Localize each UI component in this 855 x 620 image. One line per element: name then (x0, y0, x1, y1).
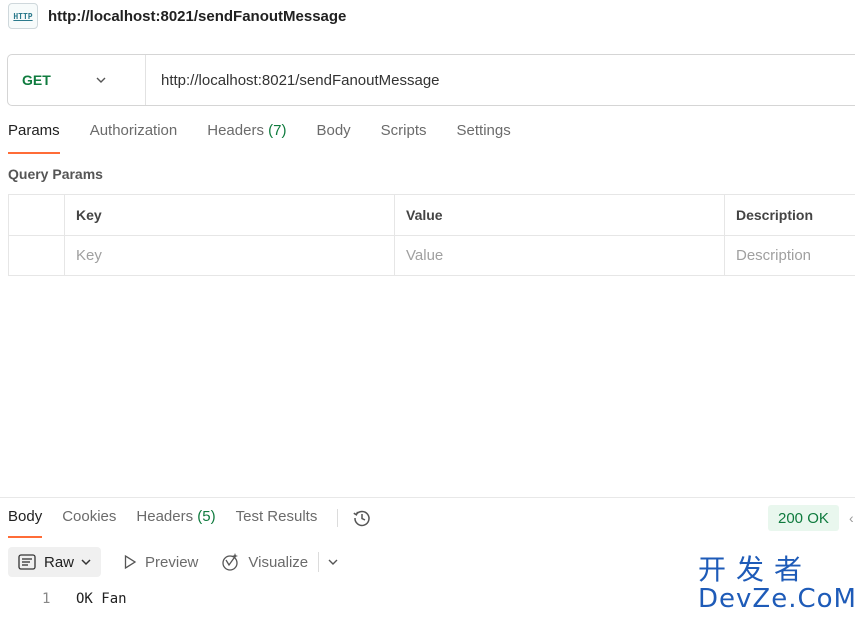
tab-settings[interactable]: Settings (457, 122, 511, 154)
table-row: Key Value Description (8, 235, 855, 276)
url-input[interactable] (161, 71, 841, 89)
visualize-sparkle-icon (222, 553, 239, 571)
status-more-icon: ‹ (849, 510, 854, 526)
table-header-row: Key Value Description (8, 194, 855, 236)
watermark-cn: 开发者 (698, 553, 813, 586)
status-badge[interactable]: 200 OK (768, 505, 839, 531)
watermark-logo: 开发者 DevZe.CoM (698, 553, 855, 615)
request-title[interactable]: http://localhost:8021/sendFanoutMessage (48, 8, 346, 25)
tab-body[interactable]: Body (316, 122, 350, 154)
response-tabs: Body Cookies Headers (5) Test Results (8, 508, 372, 538)
tab-separator (337, 509, 339, 527)
value-input[interactable]: Value (394, 235, 725, 276)
key-input[interactable]: Key (64, 235, 395, 276)
method-select[interactable]: GET (8, 55, 146, 105)
column-header-value: Value (394, 194, 725, 236)
line-number: 1 (42, 591, 51, 607)
raw-text-icon (18, 554, 36, 570)
response-body-line[interactable]: 1 OK Fan (42, 591, 127, 607)
response-toolbar: Raw Preview Visualize (8, 547, 339, 577)
response-tab-cookies[interactable]: Cookies (62, 508, 116, 538)
chevron-down-icon (81, 559, 91, 566)
request-tabs: Params Authorization Headers (7) Body Sc… (8, 122, 541, 154)
toolbar-separator (318, 552, 320, 572)
history-icon[interactable] (352, 508, 372, 528)
method-label: GET (22, 72, 51, 88)
query-params-label: Query Params (8, 166, 103, 182)
response-tab-headers[interactable]: Headers (5) (136, 508, 215, 538)
response-body-text: OK Fan (76, 591, 127, 607)
tab-params[interactable]: Params (8, 122, 60, 154)
tab-headers[interactable]: Headers (7) (207, 122, 286, 154)
response-headers-count: (5) (197, 508, 216, 525)
visualize-button[interactable]: Visualize (220, 552, 308, 572)
headers-count: (7) (268, 122, 287, 139)
header-checkbox-cell (8, 194, 65, 236)
chevron-down-icon (96, 77, 106, 83)
url-bar: GET (7, 54, 855, 106)
watermark-en: DevZe.CoM (698, 584, 855, 614)
description-input[interactable]: Description (724, 235, 855, 276)
response-tab-body[interactable]: Body (8, 508, 43, 538)
tab-scripts[interactable]: Scripts (381, 122, 427, 154)
column-header-description: Description (724, 194, 855, 236)
visualize-options-button[interactable] (327, 556, 339, 568)
http-icon-text: HTTP (13, 11, 33, 21)
response-tab-test-results[interactable]: Test Results (236, 508, 318, 538)
panel-divider[interactable] (0, 497, 855, 498)
view-mode-dropdown[interactable]: Raw (8, 547, 102, 577)
view-mode-label: Raw (44, 553, 75, 571)
request-title-row: HTTP http://localhost:8021/sendFanoutMes… (8, 3, 346, 29)
http-request-icon: HTTP (8, 3, 38, 29)
column-header-key: Key (64, 194, 395, 236)
row-checkbox-cell (8, 235, 65, 276)
params-table: Key Value Description Key Value Descript… (8, 194, 855, 276)
play-icon (124, 554, 137, 570)
chevron-down-icon (328, 559, 338, 565)
preview-button[interactable]: Preview (123, 554, 198, 571)
tab-authorization[interactable]: Authorization (90, 122, 178, 154)
